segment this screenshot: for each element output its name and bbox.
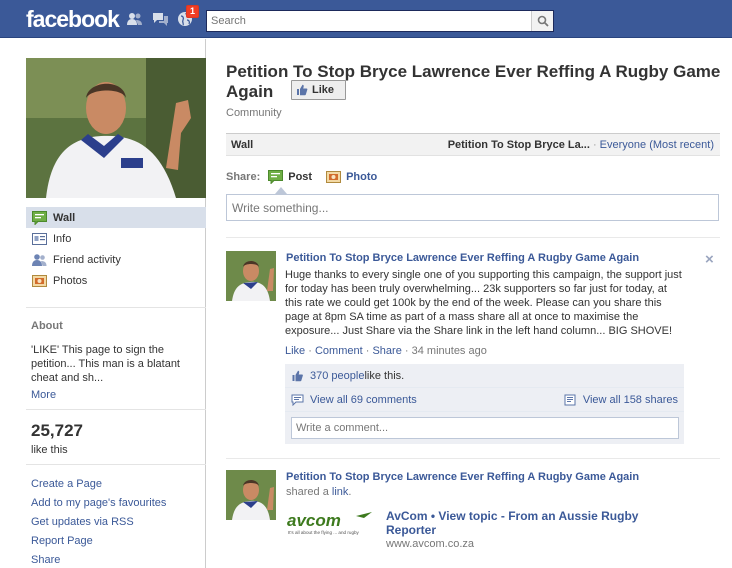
post-author-avatar[interactable] [226, 251, 276, 301]
nav-label: Friend activity [53, 253, 121, 266]
page-nav: Wall Info Friend activity Photos [26, 207, 206, 291]
thumbs-up-icon [297, 84, 308, 96]
comments-summary: View all 69 comments View all 158 shares [285, 388, 684, 412]
left-column: Wall Info Friend activity Photos About '… [0, 39, 206, 568]
likers-link[interactable]: 370 people [310, 370, 364, 382]
profile-picture[interactable] [26, 58, 206, 198]
page-actions: Create a Page Add to my page's favourite… [31, 475, 166, 568]
comment-post-link[interactable]: Comment [315, 345, 363, 357]
post-timestamp[interactable]: 34 minutes ago [412, 345, 487, 357]
share-photo-tab[interactable]: Photo [326, 170, 377, 184]
share-label: Share: [226, 171, 261, 183]
search-button[interactable] [531, 11, 553, 31]
post-actions: Like · Comment · Share · 34 minutes ago [285, 345, 487, 357]
page-category: Community [226, 107, 282, 119]
wall-filter-option[interactable]: Everyone (Most recent) [600, 139, 714, 151]
share-post-tab[interactable]: Post [268, 170, 312, 184]
nav-label: Info [53, 232, 72, 245]
about-more-link[interactable]: More [31, 389, 56, 401]
wall-header: Wall Petition To Stop Bryce La... · Ever… [226, 133, 720, 156]
about-text: 'LIKE' This page to sign the petition...… [31, 344, 180, 384]
divider [26, 307, 206, 308]
search-icon [537, 15, 549, 27]
wall-label: Wall [231, 139, 254, 151]
attachment-thumbnail[interactable]: avcom It's all about the flying ... and … [286, 510, 376, 536]
wall-filter[interactable]: Petition To Stop Bryce La... · Everyone … [448, 139, 714, 151]
thumbs-up-icon [292, 370, 303, 381]
divider [26, 464, 206, 465]
likes-count: 25,727 [31, 421, 83, 440]
camera-icon [326, 171, 342, 183]
like-page-button[interactable]: Like [291, 80, 346, 100]
likes-summary: 370 people like this. [285, 364, 684, 388]
shared-link-line: shared a link. [286, 486, 351, 498]
friend-requests-icon[interactable] [126, 11, 143, 27]
wall-filter-name: Petition To Stop Bryce La... [447, 139, 590, 151]
post-author-avatar[interactable] [226, 470, 276, 520]
likes-text: like this. [364, 369, 405, 382]
share-icon [564, 394, 576, 405]
share-page-link[interactable]: Share [31, 551, 166, 568]
avcom-logo-tagline: It's all about the flying ... and rugby [288, 530, 360, 535]
friends-icon [32, 253, 47, 267]
view-all-shares-link[interactable]: View all 158 shares [583, 394, 678, 406]
wall-filter-separator: · [589, 139, 600, 151]
status-icon [268, 170, 284, 184]
post-text: Huge thanks to every single one of you s… [285, 269, 682, 337]
top-bar: facebook 1 [0, 0, 732, 38]
nav-label: Wall [53, 211, 76, 224]
about-heading: About [31, 320, 63, 332]
share-post-label: Post [288, 171, 313, 183]
report-page-link[interactable]: Report Page [31, 532, 166, 551]
shared-suffix: . [348, 486, 352, 498]
attachment-url: www.avcom.co.za [386, 538, 475, 550]
shared-prefix: shared a [286, 486, 332, 498]
composer-caret [275, 187, 287, 194]
photos-icon [32, 274, 47, 288]
shares-summary: View all 158 shares [564, 394, 678, 406]
nav-item-photos[interactable]: Photos [26, 270, 206, 291]
search-input[interactable] [207, 11, 527, 31]
close-icon[interactable]: × [705, 251, 714, 268]
attachment-title[interactable]: AvCom • View topic - From an Aussie Rugb… [386, 509, 686, 537]
nav-item-info[interactable]: Info [26, 228, 206, 249]
status-composer[interactable]: Write something... [226, 194, 719, 221]
shared-link[interactable]: link [332, 486, 349, 498]
messages-icon[interactable] [152, 11, 169, 27]
divider [26, 409, 206, 410]
nav-item-friend-activity[interactable]: Friend activity [26, 249, 206, 270]
nav-label: Photos [53, 274, 88, 287]
info-icon [32, 232, 47, 246]
create-page-link[interactable]: Create a Page [31, 475, 166, 494]
share-row: Share: Post Photo [226, 169, 391, 185]
wall-icon [32, 210, 47, 226]
divider [226, 237, 720, 238]
like-label: Like [312, 84, 335, 96]
search-box[interactable] [206, 10, 554, 32]
post-feedback: 370 people like this. View all 69 commen… [285, 364, 684, 444]
rss-updates-link[interactable]: Get updates via RSS [31, 513, 166, 532]
add-favourites-link[interactable]: Add to my page's favourites [31, 494, 166, 513]
nav-item-wall[interactable]: Wall [26, 207, 206, 228]
share-photo-label: Photo [346, 171, 378, 183]
avcom-logo-text: avcom [287, 511, 341, 530]
comment-input[interactable]: Write a comment... [291, 417, 679, 439]
share-post-link[interactable]: Share [372, 345, 401, 357]
divider [226, 458, 720, 459]
comment-icon [291, 394, 304, 406]
like-post-link[interactable]: Like [285, 345, 305, 357]
post-author-name[interactable]: Petition To Stop Bryce Lawrence Ever Ref… [286, 252, 639, 264]
post-author-name[interactable]: Petition To Stop Bryce Lawrence Ever Ref… [286, 471, 639, 483]
facebook-logo[interactable]: facebook [26, 6, 120, 33]
likes-label: like this [31, 444, 68, 456]
view-all-comments-link[interactable]: View all 69 comments [310, 394, 417, 406]
notification-badge[interactable]: 1 [186, 5, 200, 18]
